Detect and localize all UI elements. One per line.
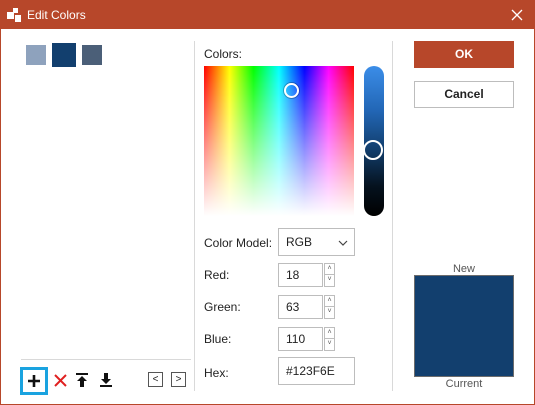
app-shapes-icon xyxy=(7,8,21,22)
previous-page-button[interactable]: < xyxy=(148,372,163,387)
red-spinner[interactable]: ˄ ˅ xyxy=(324,263,335,287)
new-color-preview xyxy=(415,276,513,326)
left-panel-separator xyxy=(194,41,195,391)
color-model-select[interactable]: RGB xyxy=(278,228,355,256)
swatch-toolbar-divider xyxy=(21,359,191,360)
color-model-value: RGB xyxy=(286,235,313,249)
chevron-right-icon: > xyxy=(175,374,182,385)
green-spinner[interactable]: ˄ ˅ xyxy=(324,295,335,319)
chevron-left-icon: < xyxy=(152,374,159,385)
luminance-slider-handle[interactable] xyxy=(363,140,383,160)
close-icon xyxy=(511,9,523,21)
cancel-button[interactable]: Cancel xyxy=(414,81,514,108)
spectrum-selector-handle[interactable] xyxy=(284,83,299,98)
color-spectrum[interactable] xyxy=(204,66,354,216)
delete-x-icon xyxy=(53,373,67,387)
plus-icon xyxy=(28,375,40,387)
current-color-label: Current xyxy=(445,378,483,390)
move-up-button[interactable] xyxy=(73,369,91,391)
blue-input[interactable]: 110 xyxy=(278,327,323,351)
green-input[interactable]: 63 xyxy=(278,295,323,319)
hex-label: Hex: xyxy=(204,366,229,380)
next-page-button[interactable]: > xyxy=(171,372,186,387)
blue-spinner[interactable]: ˄ ˅ xyxy=(324,327,335,351)
spin-up-icon[interactable]: ˄ xyxy=(324,295,335,307)
red-input[interactable]: 18 xyxy=(278,263,323,287)
add-color-button[interactable] xyxy=(20,367,48,395)
move-down-icon xyxy=(100,373,112,387)
colors-label: Colors: xyxy=(204,47,243,61)
right-panel-separator xyxy=(392,41,393,391)
red-label: Red: xyxy=(204,268,230,282)
spin-down-icon[interactable]: ˅ xyxy=(324,307,335,319)
hex-input[interactable]: #123F6E xyxy=(278,357,355,385)
current-color-preview xyxy=(415,326,513,376)
green-label: Green: xyxy=(204,300,241,314)
ok-button[interactable]: OK xyxy=(414,41,514,68)
chevron-down-icon xyxy=(338,240,348,246)
swatch-3[interactable] xyxy=(82,45,102,65)
delete-color-button[interactable] xyxy=(51,369,69,391)
spin-down-icon[interactable]: ˅ xyxy=(324,339,335,351)
move-up-icon xyxy=(76,373,88,387)
swatch-2-selected[interactable] xyxy=(52,43,76,67)
blue-label: Blue: xyxy=(204,332,232,346)
swatch-1[interactable] xyxy=(26,45,46,65)
edit-colors-dialog: Edit Colors < > Colors: Color Model: RGB… xyxy=(0,0,535,405)
close-button[interactable] xyxy=(500,1,534,29)
dialog-title: Edit Colors xyxy=(27,8,86,22)
spin-up-icon[interactable]: ˄ xyxy=(324,327,335,339)
spin-up-icon[interactable]: ˄ xyxy=(324,263,335,275)
color-preview xyxy=(414,275,514,377)
color-model-label: Color Model: xyxy=(204,236,273,250)
move-down-button[interactable] xyxy=(97,369,115,391)
title-bar: Edit Colors xyxy=(1,1,534,29)
spin-down-icon[interactable]: ˅ xyxy=(324,275,335,287)
new-color-label: New xyxy=(452,263,475,275)
